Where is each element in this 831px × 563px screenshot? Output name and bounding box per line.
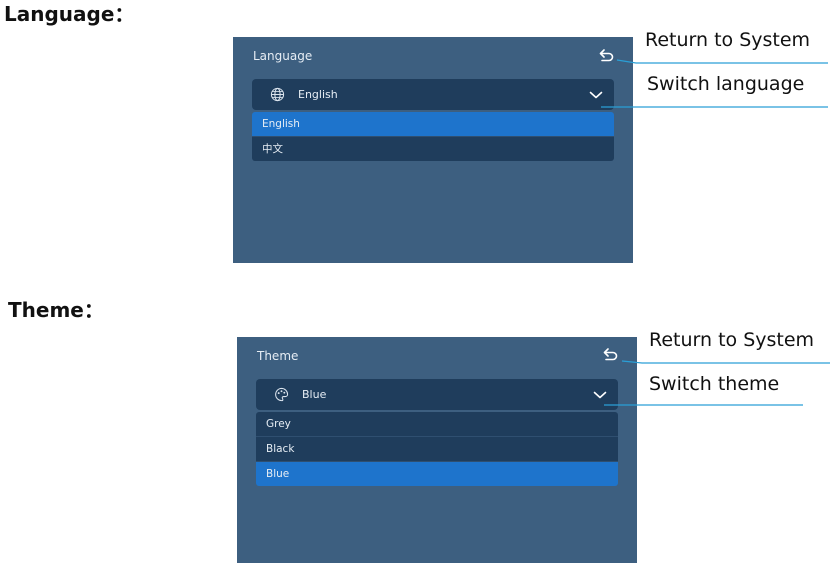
language-return-callout-line	[616, 59, 828, 64]
theme-return-callout-line	[621, 360, 830, 364]
callout-lines	[601, 59, 830, 406]
